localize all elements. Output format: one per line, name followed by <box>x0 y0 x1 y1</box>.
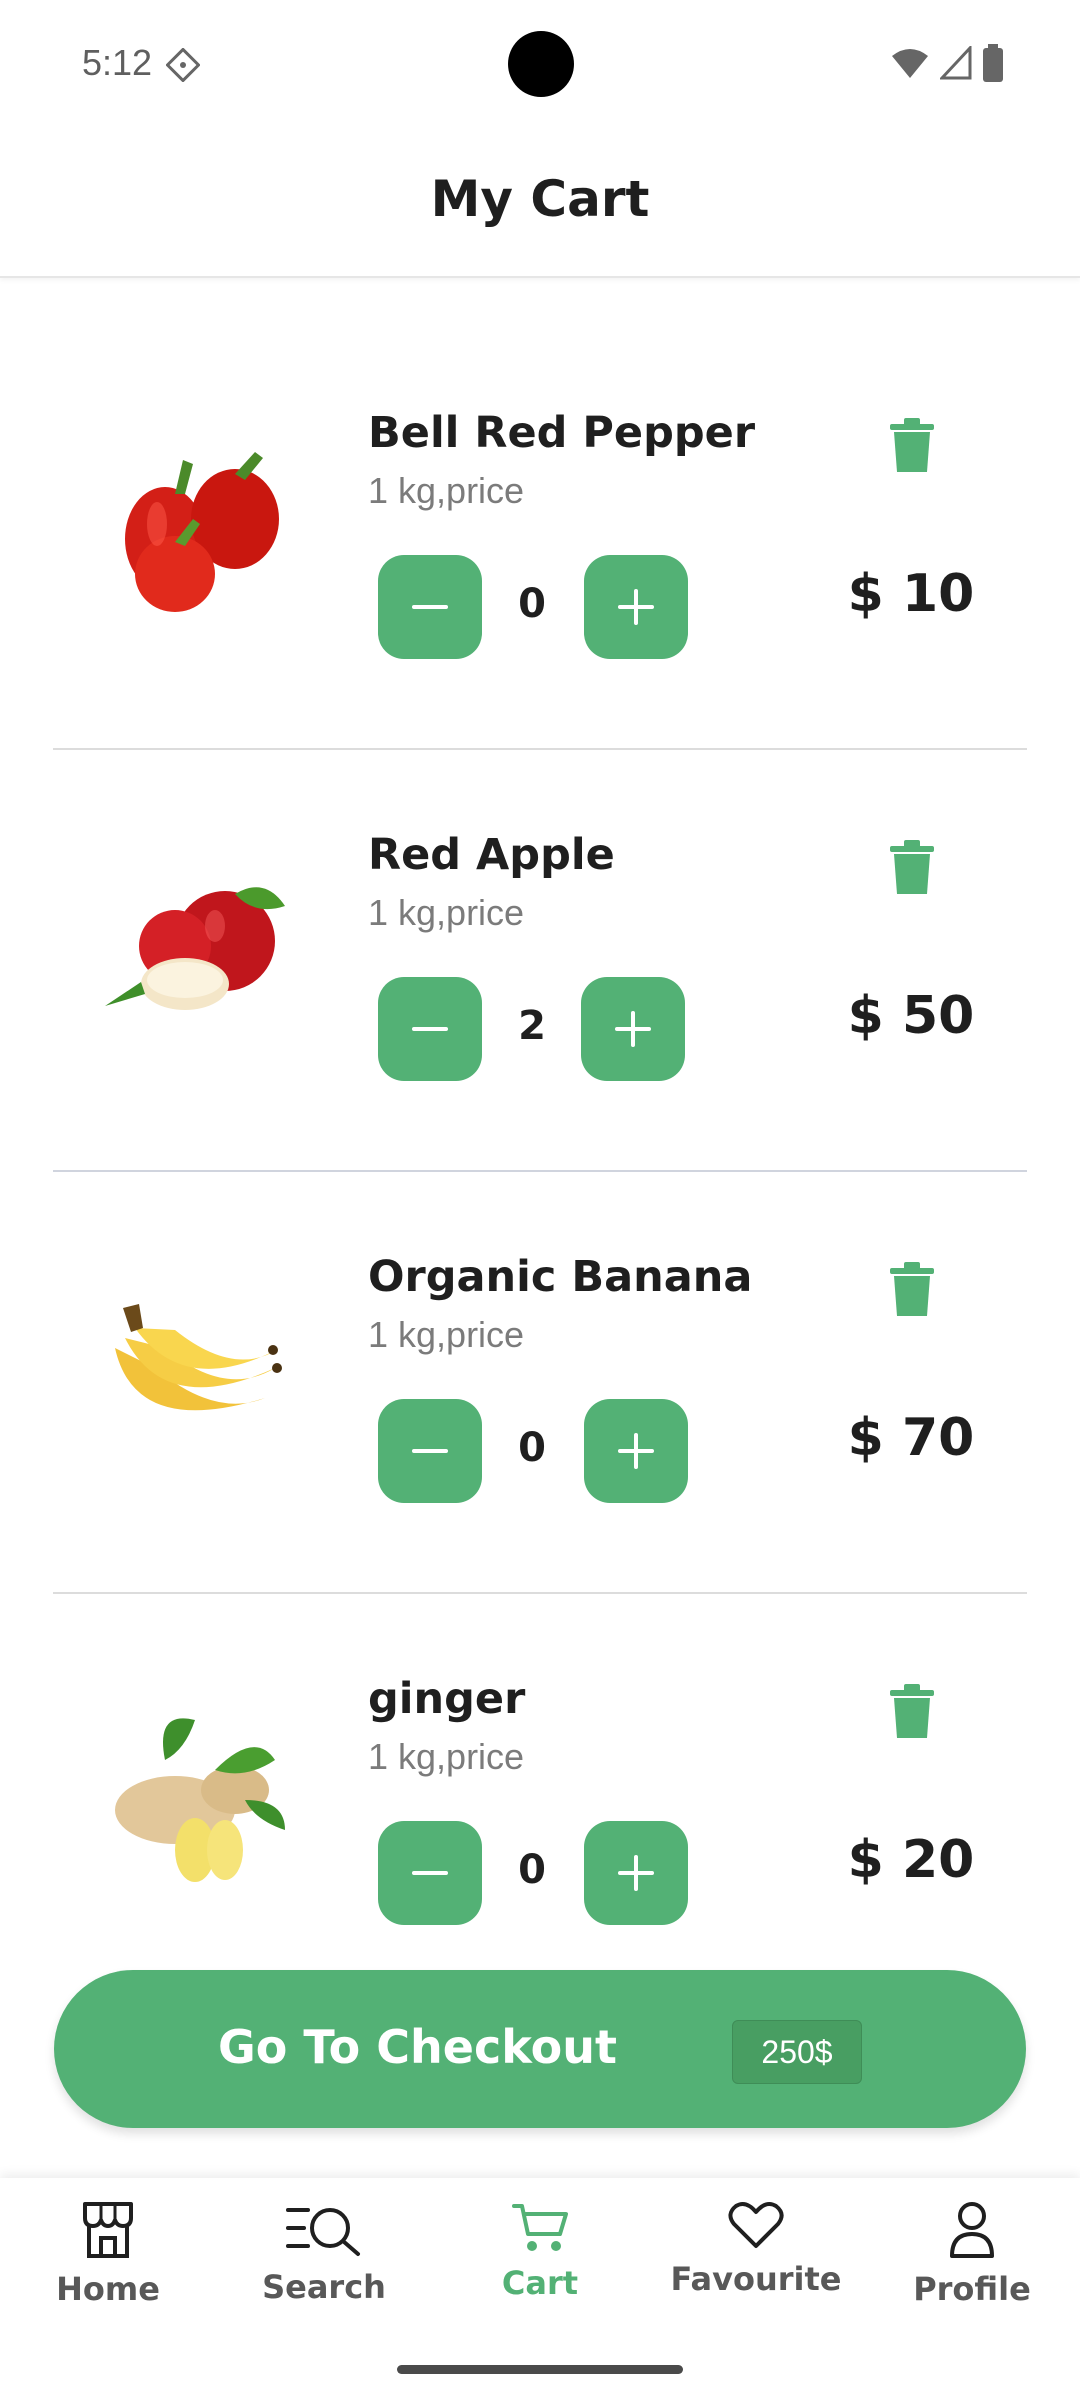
plus-icon <box>618 1855 654 1891</box>
nav-label: Search <box>262 2268 386 2306</box>
minus-icon <box>412 1449 448 1453</box>
nav-item-cart[interactable]: Cart <box>440 2200 640 2340</box>
plus-icon <box>618 1433 654 1469</box>
item-unit: 1 kg,price <box>368 1314 525 1355</box>
cart-item: Red Apple 1 kg,price 2 $ 50 <box>0 700 1080 1122</box>
item-price: $ 70 <box>847 1408 975 1468</box>
cart-item: ginger 1 kg,price 0 $ 20 <box>0 1544 1080 1966</box>
nav-label: Favourite <box>670 2260 842 2298</box>
nav-item-home[interactable]: Home <box>8 2200 208 2340</box>
item-name: Red Apple <box>368 830 615 880</box>
nav-item-profile[interactable]: Profile <box>872 2200 1072 2340</box>
decrease-quantity-button[interactable] <box>378 1821 482 1925</box>
checkout-total-badge: 250$ <box>732 2020 862 2084</box>
status-icons <box>890 44 1004 82</box>
red-bell-pepper-image <box>125 452 279 612</box>
app-header: My Cart <box>0 130 1080 278</box>
ginger-root-image <box>115 1718 285 1882</box>
increase-quantity-button[interactable] <box>584 1821 688 1925</box>
camera-cutout <box>508 31 574 97</box>
item-name: Bell Red Pepper <box>368 408 756 458</box>
cart-icon <box>512 2204 568 2251</box>
decrease-quantity-button[interactable] <box>378 977 482 1081</box>
trash-icon[interactable] <box>888 840 936 896</box>
quantity-value: 2 <box>518 1003 546 1049</box>
nav-label: Profile <box>913 2270 1031 2308</box>
home-indicator[interactable] <box>397 2365 683 2374</box>
quantity-value: 0 <box>518 1425 546 1471</box>
checkout-label: Go To Checkout <box>218 2020 617 2074</box>
trash-icon[interactable] <box>888 418 936 474</box>
item-price: $ 10 <box>847 564 975 624</box>
cart-item: Bell Red Pepper 1 kg,price 0 $ 10 <box>0 278 1080 700</box>
quantity-value: 0 <box>518 581 546 627</box>
heart-icon <box>728 2202 784 2248</box>
search-icon <box>286 2208 360 2256</box>
wifi-icon <box>892 49 928 78</box>
minus-icon <box>412 1871 448 1875</box>
quantity-value: 0 <box>518 1847 546 1893</box>
trash-icon[interactable] <box>888 1262 936 1318</box>
item-price: $ 50 <box>847 986 975 1046</box>
banana-bunch-image <box>115 1304 282 1411</box>
page-title: My Cart <box>430 170 650 228</box>
battery-icon <box>983 44 1003 82</box>
red-apple-image <box>105 887 285 1010</box>
user-icon <box>950 2202 994 2258</box>
increase-quantity-button[interactable] <box>584 555 688 659</box>
decrease-quantity-button[interactable] <box>378 555 482 659</box>
nav-item-search[interactable]: Search <box>224 2204 424 2344</box>
status-bar: 5:12 <box>0 0 1080 130</box>
item-unit: 1 kg,price <box>368 470 525 511</box>
plus-icon <box>618 589 654 625</box>
minus-icon <box>412 1027 448 1031</box>
increase-quantity-button[interactable] <box>584 1399 688 1503</box>
item-name: ginger <box>368 1674 526 1724</box>
cart-item: Organic Banana 1 kg,price 0 $ 70 <box>0 1122 1080 1544</box>
nav-label: Home <box>56 2270 160 2308</box>
increase-quantity-button[interactable] <box>581 977 685 1081</box>
item-name: Organic Banana <box>368 1252 753 1302</box>
item-unit: 1 kg,price <box>368 1736 525 1777</box>
minus-icon <box>412 605 448 609</box>
nav-item-favourite[interactable]: Favourite <box>656 2200 856 2340</box>
checkout-button[interactable]: Go To Checkout 250$ <box>54 1970 1026 2128</box>
nav-label: Cart <box>501 2264 579 2302</box>
location-diamond-icon <box>166 48 200 82</box>
plus-icon <box>615 1011 651 1047</box>
decrease-quantity-button[interactable] <box>378 1399 482 1503</box>
trash-icon[interactable] <box>888 1684 936 1740</box>
item-unit: 1 kg,price <box>368 892 525 933</box>
store-icon <box>83 2202 133 2258</box>
signal-icon <box>940 46 972 80</box>
item-price: $ 20 <box>847 1830 975 1890</box>
status-time: 5:12 <box>82 42 153 83</box>
